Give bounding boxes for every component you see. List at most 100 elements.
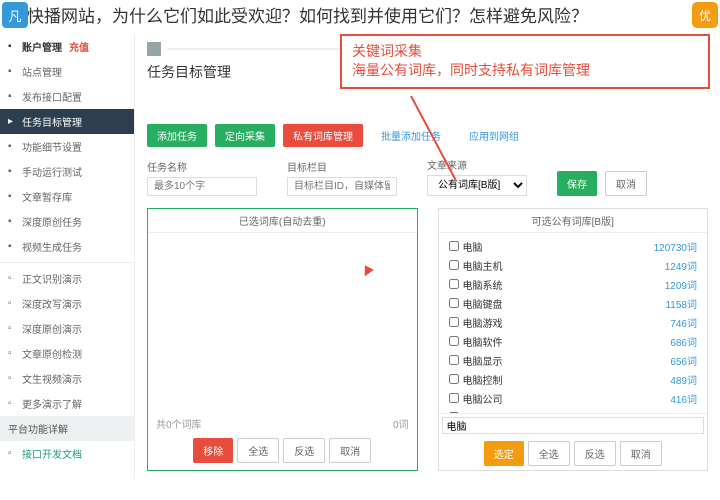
word-item[interactable]: 电脑公司416词 (443, 389, 704, 408)
sidebar-extra: 充值 (69, 39, 89, 54)
save-button[interactable]: 保存 (557, 171, 597, 196)
word-checkbox[interactable] (449, 279, 459, 289)
word-checkbox[interactable] (449, 260, 459, 270)
sidebar-label: 接口开发文档 (22, 446, 82, 461)
sidebar-item-text-recognize[interactable]: ▫ 正文识别演示 (0, 266, 134, 291)
selected-count: 共0个词库 (156, 416, 202, 431)
content-area: 关键词采集 海量公有词库，同时支持私有词库管理 任务目标管理 添加任务 定向采集… (135, 34, 720, 479)
depth-icon: ▪ (8, 216, 18, 226)
hand-icon: ▪ (8, 166, 18, 176)
word-checkbox[interactable] (449, 412, 459, 413)
word-item[interactable]: 电脑软件686词 (443, 332, 704, 351)
source-group: 文章来源 公有词库[B版] (427, 157, 527, 196)
select-button[interactable]: 选定 (484, 441, 524, 466)
sidebar-item-api-docs[interactable]: ▫ 接口开发文档 (0, 441, 134, 466)
target-col-input[interactable] (287, 177, 397, 196)
callout-desc: 海量公有词库，同时支持私有词库管理 (352, 61, 698, 81)
sidebar-item-manual-test[interactable]: ▪ 手动运行测试 (0, 159, 134, 184)
sidebar-label: 站点管理 (22, 64, 62, 79)
select-all-button[interactable]: 全选 (237, 438, 279, 463)
logo-top-left: 凡 (2, 2, 28, 28)
search-row (439, 413, 708, 437)
sidebar-label: 深度原创演示 (22, 321, 82, 336)
sidebar-item-deep-orig-demo[interactable]: ▫ 深度原创演示 (0, 316, 134, 341)
sidebar-item-function[interactable]: ▪ 功能细节设置 (0, 134, 134, 159)
file-icon: ▪ (8, 191, 18, 201)
cancel-button[interactable]: 取消 (605, 171, 647, 196)
sidebar-item-task-target[interactable]: ▸ 任务目标管理 (0, 109, 134, 134)
source-select[interactable]: 公有词库[B版] (427, 175, 527, 196)
selected-panel-body (148, 233, 417, 413)
cancel-sel-button[interactable]: 取消 (329, 438, 371, 463)
cancel-sel-button[interactable]: 取消 (620, 441, 662, 466)
sidebar-section-platform: 平台功能详解 (0, 416, 134, 441)
word-item[interactable]: 电脑键盘1158词 (443, 294, 704, 313)
sidebar-item-publish[interactable]: ▪ 发布接口配置 (0, 84, 134, 109)
word-checkbox[interactable] (449, 374, 459, 384)
gear-icon: ▪ (8, 66, 18, 76)
invert-button[interactable]: 反选 (574, 441, 616, 466)
selected-panel-header: 已选词库(自动去重) (148, 209, 417, 233)
home-icon[interactable] (147, 42, 161, 56)
word-search-input[interactable] (442, 417, 705, 434)
word-count: 746词 (670, 315, 697, 330)
wrench-icon: ▪ (8, 141, 18, 151)
sidebar-item-article-cache[interactable]: ▪ 文章暂存库 (0, 184, 134, 209)
video-icon: ▫ (8, 373, 18, 383)
word-item[interactable]: 电脑主机1249词 (443, 256, 704, 275)
article-question: 子快播网站，为什么它们如此受欢迎？如何找到并使用它们？怎样避免风险？ (0, 0, 720, 34)
sidebar-item-video-gen[interactable]: ▪ 视频生成任务 (0, 234, 134, 259)
word-checkbox[interactable] (449, 355, 459, 365)
word-item[interactable]: 电脑系统1209词 (443, 275, 704, 294)
sidebar-divider (0, 262, 134, 263)
callout-title: 关键词采集 (352, 42, 698, 62)
logo-top-right: 优 (692, 2, 718, 28)
invert-button[interactable]: 反选 (283, 438, 325, 463)
sidebar-item-deep-rewrite[interactable]: ▫ 深度改写演示 (0, 291, 134, 316)
cog-icon: ▪ (8, 91, 18, 101)
word-item[interactable]: 电脑游戏746词 (443, 313, 704, 332)
task-name-group: 任务名称 (147, 159, 257, 196)
word-item[interactable]: 电脑显示656词 (443, 351, 704, 370)
sidebar-label: 平台功能详解 (8, 425, 68, 436)
sidebar-item-article-check[interactable]: ▫ 文章原创检测 (0, 341, 134, 366)
monitor-icon: ▫ (8, 273, 18, 283)
word-count: 120730词 (654, 239, 697, 254)
sidebar-label: 发布接口配置 (22, 89, 82, 104)
monitor-icon: ▫ (8, 298, 18, 308)
word-checkbox[interactable] (449, 298, 459, 308)
sidebar-label: 功能细节设置 (22, 139, 82, 154)
more-icon: ▫ (8, 398, 18, 408)
private-lib-button[interactable]: 私有词库管理 (283, 124, 363, 147)
word-count: 686词 (670, 334, 697, 349)
monitor-icon: ▫ (8, 323, 18, 333)
add-task-button[interactable]: 添加任务 (147, 124, 207, 147)
available-panel-body[interactable]: 电脑120730词 电脑主机1249词 电脑系统1209词 电脑键盘1158词 … (439, 233, 708, 413)
sidebar-item-more-demo[interactable]: ▫ 更多演示了解 (0, 391, 134, 416)
sidebar-label: 文章原创检测 (22, 346, 82, 361)
callout-box: 关键词采集 海量公有词库，同时支持私有词库管理 (340, 34, 710, 89)
sidebar-item-text-video[interactable]: ▫ 文生视频演示 (0, 366, 134, 391)
word-checkbox[interactable] (449, 393, 459, 403)
apply-group-button[interactable]: 应用到网组 (459, 124, 529, 147)
sidebar-item-deep-original[interactable]: ▪ 深度原创任务 (0, 209, 134, 234)
sidebar-label: 手动运行测试 (22, 164, 82, 179)
word-checkbox[interactable] (449, 317, 459, 327)
selected-words: 0词 (393, 416, 409, 431)
remove-button[interactable]: 移除 (193, 438, 233, 463)
word-checkbox[interactable] (449, 241, 459, 251)
flag-icon: ▸ (8, 116, 18, 126)
directed-collect-button[interactable]: 定向采集 (215, 124, 275, 147)
doc-icon: ▫ (8, 448, 18, 458)
sidebar-item-site[interactable]: ▪ 站点管理 (0, 59, 134, 84)
target-col-group: 目标栏目 (287, 159, 397, 196)
word-item[interactable]: 电脑控制489词 (443, 370, 704, 389)
sidebar-label: 更多演示了解 (22, 396, 82, 411)
sidebar-item-account[interactable]: ▪ 账户管理 充值 (0, 34, 134, 59)
task-name-input[interactable] (147, 177, 257, 196)
target-col-label: 目标栏目 (287, 159, 397, 174)
word-checkbox[interactable] (449, 336, 459, 346)
select-all-button[interactable]: 全选 (528, 441, 570, 466)
word-item[interactable]: 电脑120730词 (443, 237, 704, 256)
callout-arrow (410, 96, 412, 191)
